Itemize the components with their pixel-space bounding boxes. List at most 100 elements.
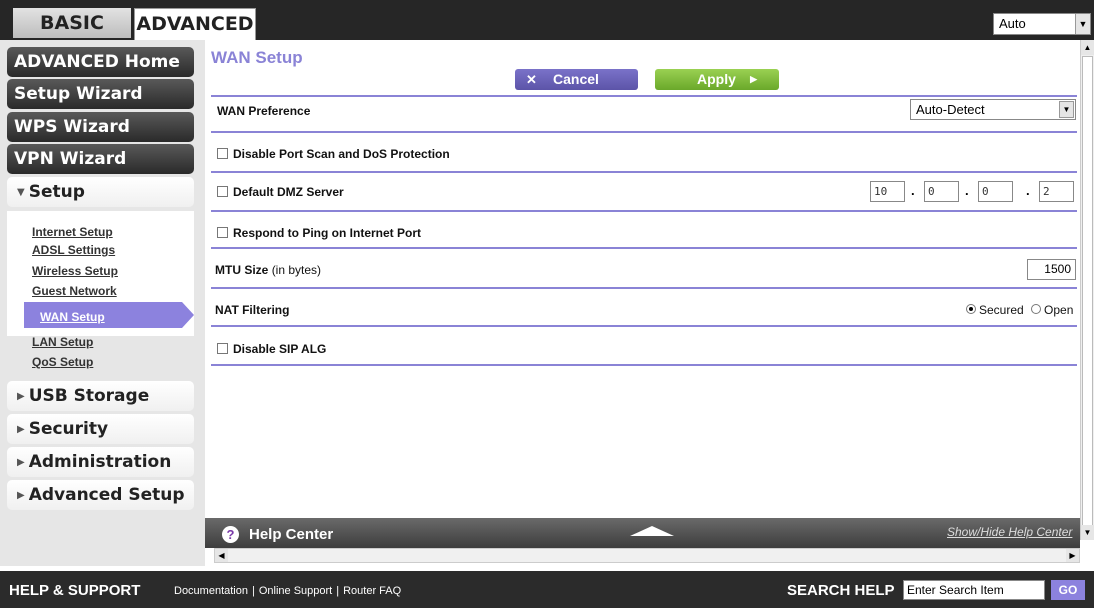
default-dmz-row: Default DMZ Server (217, 185, 344, 199)
dmz-ip-octet-4[interactable]: 2 (1039, 181, 1074, 202)
divider (211, 171, 1077, 173)
dmz-ip-octet-1[interactable]: 10 (870, 181, 905, 202)
tab-basic[interactable]: BASIC (13, 8, 131, 38)
mtu-size-label: MTU Size (in bytes) (215, 263, 321, 277)
sidebar-item-advanced-home[interactable]: ADVANCED Home (7, 47, 194, 77)
chevron-down-icon: ▼ (1059, 101, 1074, 118)
respond-ping-row: Respond to Ping on Internet Port (217, 226, 421, 240)
triangle-down-icon: ▼ (17, 187, 25, 198)
search-help-input[interactable]: Enter Search Item (903, 580, 1045, 600)
divider (211, 131, 1077, 133)
sidebar-item-usb-storage-label: USB Storage (28, 386, 150, 406)
wan-preference-value: Auto-Detect (916, 102, 985, 117)
tab-advanced[interactable]: ADVANCED (134, 8, 256, 40)
nat-secured-radio[interactable] (966, 304, 976, 314)
nat-open-radio[interactable] (1031, 304, 1042, 314)
wan-preference-label: WAN Preference (217, 104, 311, 118)
ip-dot: . (965, 183, 969, 198)
mtu-unit-label: (in bytes) (271, 263, 322, 277)
triangle-right-icon: ▶ (17, 391, 25, 402)
scroll-up-icon[interactable]: ▲ (1081, 40, 1094, 55)
wan-preference-select[interactable]: Auto-Detect ▼ (910, 99, 1076, 120)
mtu-size-label-text: MTU Size (215, 263, 269, 277)
link-separator: | (336, 585, 340, 597)
router-admin-page: BASIC ADVANCED Auto ▼ ADVANCED Home Setu… (0, 0, 1094, 608)
submenu-adsl-settings[interactable]: ADSL Settings (32, 243, 115, 257)
sidebar-item-wps-wizard[interactable]: WPS Wizard (7, 112, 194, 142)
online-support-link[interactable]: Online Support (259, 585, 332, 597)
dmz-ip-octet-3[interactable]: 0 (978, 181, 1013, 202)
nat-secured-label: Secured (979, 303, 1024, 317)
divider (211, 287, 1077, 289)
divider (211, 210, 1077, 212)
expand-up-icon[interactable] (630, 526, 674, 536)
active-arrow-icon (182, 302, 194, 328)
sidebar-item-advanced-setup-label: Advanced Setup (28, 485, 185, 505)
close-icon: ✕ (526, 72, 537, 87)
divider (211, 247, 1077, 249)
language-select[interactable]: Auto ▼ (993, 13, 1091, 35)
disable-sip-label: Disable SIP ALG (233, 342, 327, 356)
sidebar-item-setup-label: Setup (28, 182, 85, 202)
nat-filtering-label: NAT Filtering (215, 303, 290, 317)
respond-ping-label: Respond to Ping on Internet Port (233, 226, 421, 240)
divider (211, 364, 1077, 366)
default-dmz-label: Default DMZ Server (233, 185, 344, 199)
sidebar-item-security[interactable]: ▶ Security (7, 414, 194, 444)
nat-open-label: Open (1044, 303, 1074, 317)
disable-port-scan-label: Disable Port Scan and DoS Protection (233, 147, 450, 161)
vertical-scrollbar[interactable]: ▲ ▼ (1080, 40, 1094, 540)
apply-button-label: Apply (697, 71, 736, 87)
sidebar-item-administration[interactable]: ▶ Administration (7, 447, 194, 477)
cancel-button-label: Cancel (553, 71, 599, 87)
documentation-link[interactable]: Documentation (174, 585, 248, 597)
help-question-icon: ? (222, 526, 239, 543)
scroll-left-icon[interactable]: ◀ (215, 549, 228, 562)
default-dmz-checkbox[interactable] (217, 186, 228, 197)
cancel-button[interactable]: ✕ Cancel (515, 69, 638, 90)
scroll-thumb[interactable] (1082, 56, 1093, 536)
horizontal-scrollbar[interactable]: ◀ ▶ (214, 548, 1080, 563)
divider (211, 325, 1077, 327)
ip-dot: . (1026, 183, 1030, 198)
search-help-label: SEARCH HELP (787, 582, 895, 599)
triangle-right-icon: ▶ (17, 490, 25, 501)
disable-port-scan-checkbox[interactable] (217, 148, 228, 159)
sidebar-item-usb-storage[interactable]: ▶ USB Storage (7, 381, 194, 411)
router-faq-link[interactable]: Router FAQ (343, 585, 401, 597)
submenu-wireless-setup[interactable]: Wireless Setup (32, 264, 118, 278)
sidebar-item-setup-wizard[interactable]: Setup Wizard (7, 79, 194, 109)
link-separator: | (252, 585, 255, 597)
submenu-wan-setup[interactable]: WAN Setup (40, 310, 105, 324)
go-button[interactable]: GO (1051, 580, 1085, 600)
sidebar-item-administration-label: Administration (28, 452, 172, 472)
submenu-guest-network[interactable]: Guest Network (32, 284, 117, 298)
triangle-right-icon: ▶ (17, 457, 25, 468)
submenu-qos-setup[interactable]: QoS Setup (32, 355, 93, 369)
ip-dot: . (911, 183, 915, 198)
submenu-lan-setup[interactable]: LAN Setup (32, 335, 93, 349)
sidebar-item-advanced-setup[interactable]: ▶ Advanced Setup (7, 480, 194, 510)
footer-links: Documentation | Online Support | Router FAQ (174, 585, 401, 597)
arrow-right-icon: ▶ (750, 74, 757, 84)
help-support-title: HELP & SUPPORT (9, 582, 141, 599)
respond-ping-checkbox[interactable] (217, 227, 228, 238)
language-select-value: Auto (999, 16, 1026, 31)
scroll-right-icon[interactable]: ▶ (1066, 549, 1079, 562)
submenu-internet-setup[interactable]: Internet Setup (32, 225, 113, 239)
disable-port-scan-row: Disable Port Scan and DoS Protection (217, 147, 450, 161)
mtu-size-input[interactable]: 1500 (1027, 259, 1076, 280)
apply-button[interactable]: Apply ▶ (655, 69, 779, 90)
page-title: WAN Setup (211, 48, 303, 67)
dmz-ip-octet-2[interactable]: 0 (924, 181, 959, 202)
sidebar-item-vpn-wizard[interactable]: VPN Wizard (7, 144, 194, 174)
help-center-title: Help Center (249, 526, 334, 543)
show-hide-help-link[interactable]: Show/Hide Help Center (947, 525, 1072, 539)
disable-sip-row: Disable SIP ALG (217, 342, 326, 356)
chevron-down-icon: ▼ (1075, 14, 1090, 34)
divider (211, 95, 1077, 97)
disable-sip-checkbox[interactable] (217, 343, 228, 354)
sidebar-item-setup[interactable]: ▼ Setup (7, 177, 194, 207)
scroll-down-icon[interactable]: ▼ (1081, 525, 1094, 540)
sidebar-item-security-label: Security (28, 419, 109, 439)
